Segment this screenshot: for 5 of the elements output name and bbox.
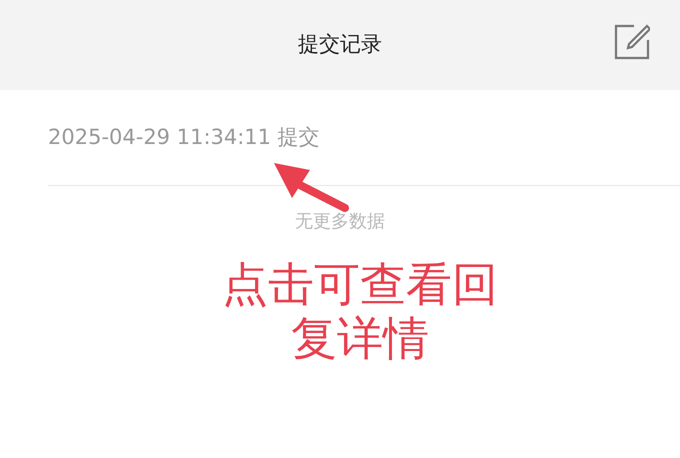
record-item[interactable]: 2025-04-29 11:34:11 提交: [48, 122, 320, 154]
no-more-data-text: 无更多数据: [295, 210, 385, 234]
page-title: 提交记录: [298, 31, 382, 58]
annotation-text: 点击可查看回复详情: [221, 257, 499, 365]
edit-icon[interactable]: [614, 24, 650, 60]
